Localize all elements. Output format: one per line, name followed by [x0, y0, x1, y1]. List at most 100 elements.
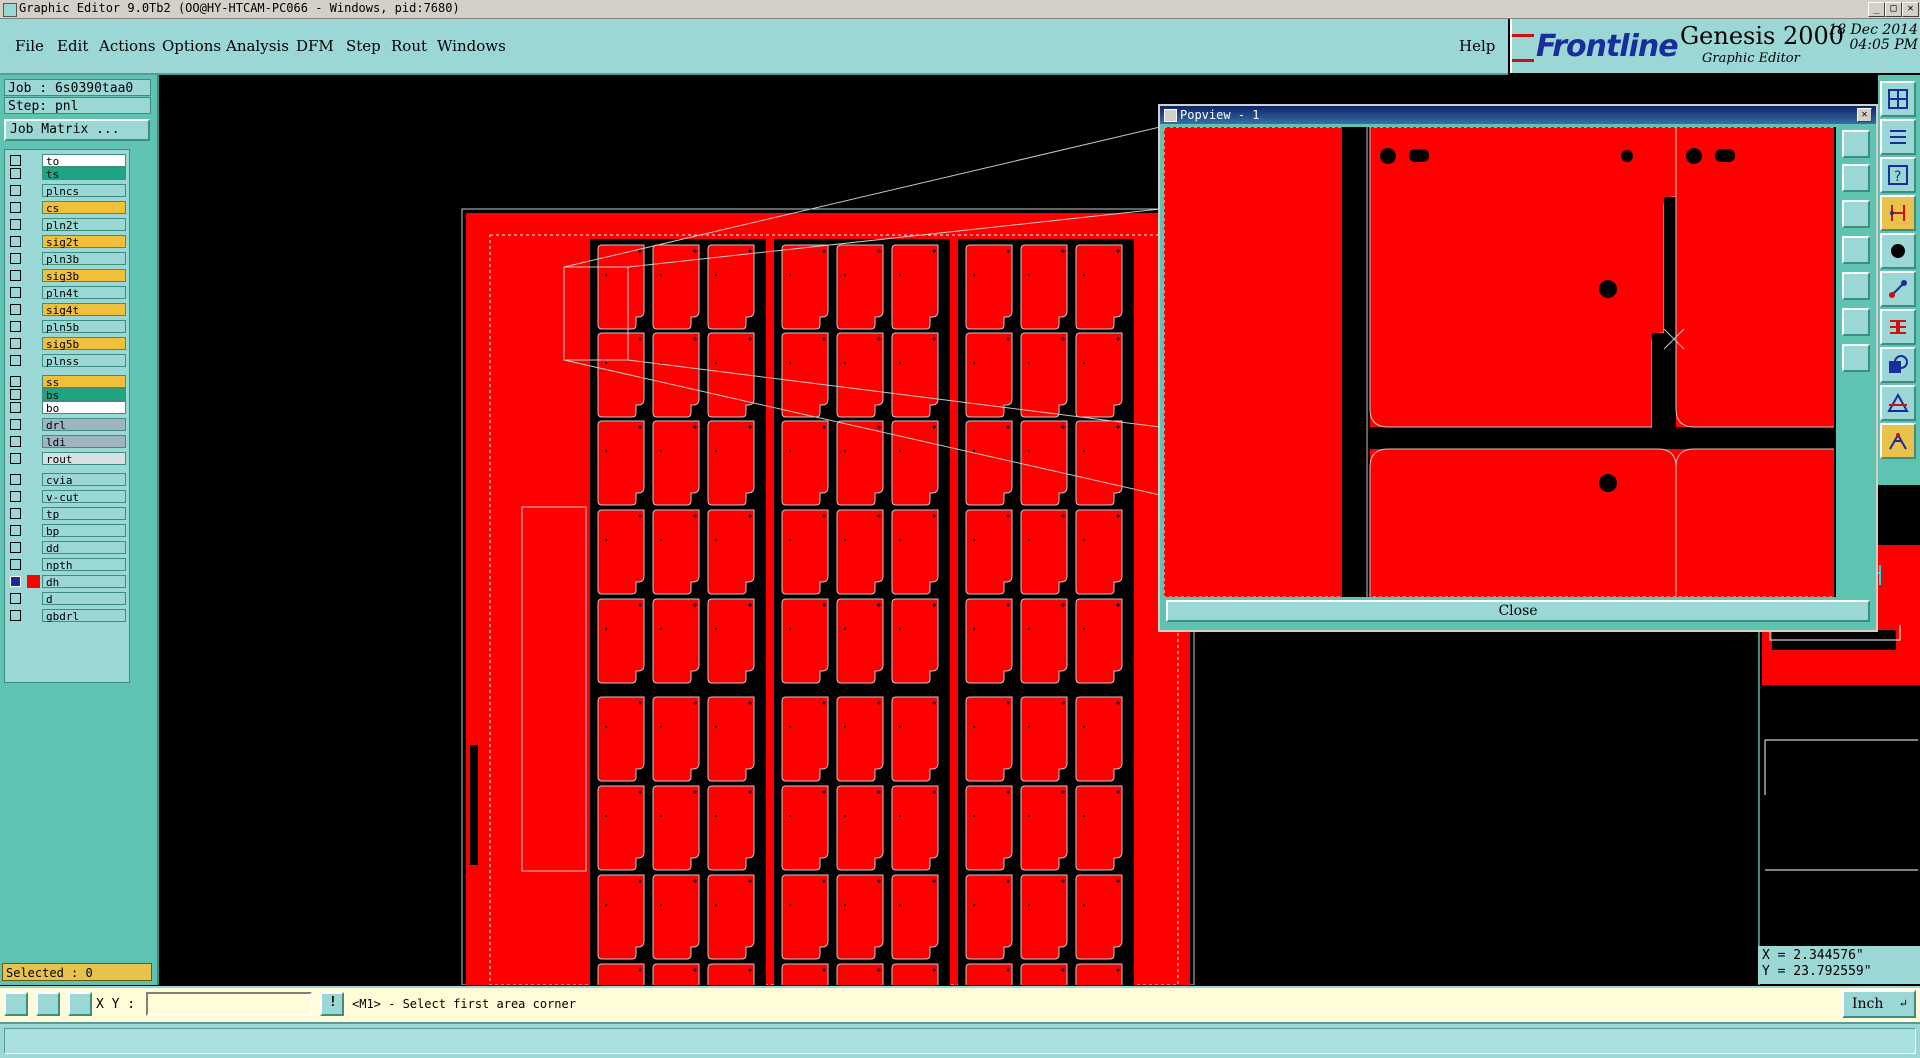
minimize-button[interactable]: _	[1868, 2, 1885, 17]
menu-rout[interactable]: Rout	[391, 37, 427, 55]
maximize-button[interactable]: □	[1885, 2, 1902, 17]
popview-canvas[interactable]	[1164, 127, 1836, 597]
layer-row-pln5b[interactable]: pln5b	[5, 319, 129, 334]
layer-row-v-cut[interactable]: v-cut	[5, 489, 129, 504]
menu-edit[interactable]: Edit	[57, 37, 88, 55]
layer-name[interactable]: sig4t	[42, 303, 126, 317]
menu-windows[interactable]: Windows	[437, 37, 506, 55]
layer-row-ts[interactable]: ts	[5, 166, 129, 181]
layer-name[interactable]: pln4t	[42, 286, 126, 300]
popview-down-icon[interactable]	[1842, 200, 1870, 228]
menu-options[interactable]: Options	[162, 37, 221, 55]
layer-row-sig4t[interactable]: sig4t	[5, 302, 129, 317]
layer-checkbox[interactable]	[10, 542, 21, 553]
layer-row-plncs[interactable]: plncs	[5, 183, 129, 198]
layer-checkbox[interactable]	[10, 376, 21, 387]
layer-row-pln3b[interactable]: pln3b	[5, 251, 129, 266]
menu-file[interactable]: File	[15, 37, 44, 55]
layer-name[interactable]: dh	[42, 575, 126, 589]
grid-snap-icon[interactable]	[68, 992, 92, 1016]
layer-checkbox[interactable]	[10, 155, 21, 166]
layer-name[interactable]: sig3b	[42, 269, 126, 283]
popview-up-icon[interactable]	[1842, 164, 1870, 192]
layer-row-sig5b[interactable]: sig5b	[5, 336, 129, 351]
layer-checkbox[interactable]	[10, 610, 21, 621]
layer-row-cs[interactable]: cs	[5, 200, 129, 215]
layer-name[interactable]: pln3b	[42, 252, 126, 266]
layer-name[interactable]: bp	[42, 524, 126, 538]
layer-name[interactable]: cvia	[42, 473, 126, 487]
layer-name[interactable]: sig2t	[42, 235, 126, 249]
route-tool[interactable]	[1880, 195, 1916, 231]
layer-row-cvia[interactable]: cvia	[5, 472, 129, 487]
job-matrix-button[interactable]: Job Matrix ...	[4, 119, 150, 141]
layer-name[interactable]: bo	[42, 401, 126, 415]
units-selector[interactable]: Inch ↵	[1842, 990, 1916, 1018]
layer-name[interactable]: ts	[42, 167, 126, 181]
layer-checkbox[interactable]	[10, 304, 21, 315]
layer-row-ldi[interactable]: ldi	[5, 434, 129, 449]
layer-checkbox[interactable]	[10, 576, 21, 587]
layer-checkbox[interactable]	[10, 168, 21, 179]
layer-row-plnss[interactable]: plnss	[5, 353, 129, 368]
help-tool[interactable]: ?	[1880, 157, 1916, 193]
popview-right-icon[interactable]	[1842, 272, 1870, 300]
layer-checkbox[interactable]	[10, 270, 21, 281]
layer-checkbox[interactable]	[10, 402, 21, 413]
layer-checkbox[interactable]	[10, 321, 21, 332]
layer-name[interactable]: d	[42, 592, 126, 606]
layer-name[interactable]: sig5b	[42, 337, 126, 351]
layer-checkbox[interactable]	[10, 419, 21, 430]
alert-icon[interactable]: !	[320, 992, 344, 1016]
layer-checkbox[interactable]	[10, 185, 21, 196]
layer-name[interactable]: pln5b	[42, 320, 126, 334]
layer-row-pln2t[interactable]: pln2t	[5, 217, 129, 232]
layer-row-sig3b[interactable]: sig3b	[5, 268, 129, 283]
angle-mode-icon[interactable]	[36, 992, 60, 1016]
popview-left-icon[interactable]	[1842, 236, 1870, 264]
layer-row-d[interactable]: d	[5, 591, 129, 606]
layer-checkbox[interactable]	[10, 219, 21, 230]
layer-name[interactable]: drl	[42, 418, 126, 432]
layer-name[interactable]: v-cut	[42, 490, 126, 504]
profile-tool[interactable]	[1880, 385, 1916, 421]
layer-name[interactable]: tp	[42, 507, 126, 521]
menu-step[interactable]: Step	[346, 37, 381, 55]
layer-checkbox[interactable]	[10, 355, 21, 366]
layer-name[interactable]: plnss	[42, 354, 126, 368]
layer-checkbox[interactable]	[10, 253, 21, 264]
layer-name[interactable]: pln2t	[42, 218, 126, 232]
layer-name[interactable]: ldi	[42, 435, 126, 449]
layer-name[interactable]: cs	[42, 201, 126, 215]
layer-checkbox[interactable]	[10, 338, 21, 349]
layer-checkbox[interactable]	[10, 593, 21, 604]
layer-checkbox[interactable]	[10, 202, 21, 213]
menu-actions[interactable]: Actions	[99, 37, 155, 55]
line-tool[interactable]	[1880, 271, 1916, 307]
layer-checkbox[interactable]	[10, 389, 21, 400]
layer-row-pln4t[interactable]: pln4t	[5, 285, 129, 300]
menu-analysis[interactable]: Analysis	[226, 37, 289, 55]
layer-name[interactable]: rout	[42, 452, 126, 466]
layer-row-bo[interactable]: bo	[5, 400, 129, 415]
measure-tool[interactable]	[1880, 119, 1916, 155]
layer-checkbox[interactable]	[10, 474, 21, 485]
layer-name[interactable]: dd	[42, 541, 126, 555]
layer-row-rout[interactable]: rout	[5, 451, 129, 466]
menu-help[interactable]: Help	[1459, 37, 1495, 55]
layer-row-npth[interactable]: npth	[5, 557, 129, 572]
layer-checkbox[interactable]	[10, 559, 21, 570]
popview-close-icon[interactable]: ✕	[1857, 108, 1872, 122]
layer-checkbox[interactable]	[10, 453, 21, 464]
layer-name[interactable]: plncs	[42, 184, 126, 198]
layer-checkbox[interactable]	[10, 491, 21, 502]
layer-checkbox[interactable]	[10, 287, 21, 298]
layer-row-dd[interactable]: dd	[5, 540, 129, 555]
snap-tool[interactable]	[1880, 423, 1916, 459]
zoom-window-tool[interactable]	[1880, 81, 1916, 117]
layer-checkbox[interactable]	[10, 236, 21, 247]
pad-tool[interactable]	[1880, 233, 1916, 269]
layer-row-tp[interactable]: tp	[5, 506, 129, 521]
popview-zoom-out-icon[interactable]	[1842, 344, 1870, 372]
popview-zoom-in-icon[interactable]	[1842, 308, 1870, 336]
